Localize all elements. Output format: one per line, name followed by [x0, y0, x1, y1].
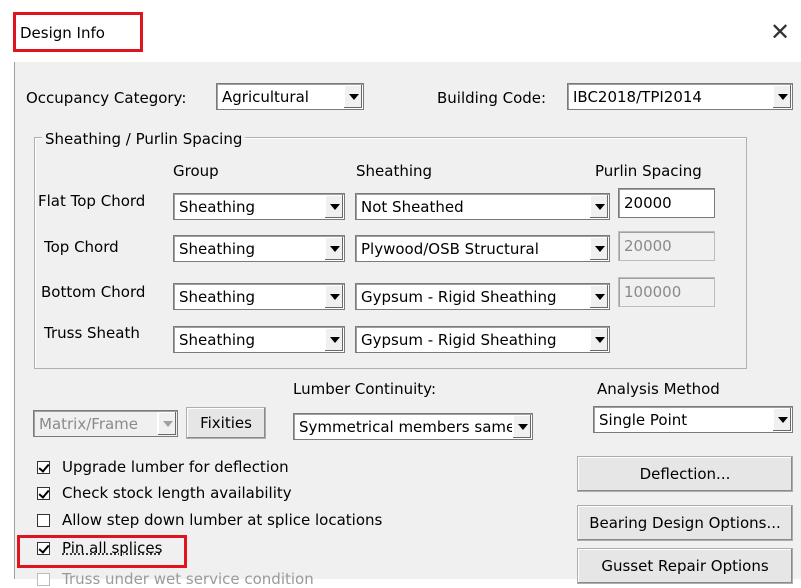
chevron-down-icon[interactable]: [512, 415, 531, 438]
chevron-down-icon[interactable]: [324, 285, 343, 308]
purlin-input-flat-top-chord[interactable]: 20000: [618, 188, 715, 218]
building-code-label: Building Code:: [437, 89, 547, 107]
col-header-group: Group: [173, 162, 219, 180]
title-highlight-box: [13, 12, 143, 52]
deflection-label: Deflection...: [639, 465, 731, 483]
gusset-label: Gusset Repair Options: [601, 557, 769, 575]
sheathing-value: Plywood/OSB Structural: [361, 240, 539, 258]
chevron-down-icon[interactable]: [772, 408, 791, 431]
purlin-input-top-chord: 20000: [618, 231, 715, 261]
purlin-value: 100000: [624, 283, 682, 301]
step-down-label[interactable]: Allow step down lumber at splice locatio…: [62, 511, 382, 529]
row-label-truss-sheath: Truss Sheath: [44, 324, 140, 342]
wet-service-label[interactable]: Truss under wet service condition: [62, 570, 314, 588]
group-select-bottom-chord[interactable]: Sheathing: [173, 283, 345, 310]
check-stock-label[interactable]: Check stock length availability: [62, 484, 292, 502]
lumber-continuity-value: Symmetrical members same: [299, 418, 516, 436]
occupancy-select[interactable]: Agricultural: [216, 83, 364, 110]
step-down-checkbox[interactable]: [37, 514, 50, 527]
chevron-down-icon[interactable]: [324, 237, 343, 260]
upgrade-lumber-checkbox[interactable]: [37, 461, 50, 474]
group-select-truss-sheath[interactable]: Sheathing: [173, 326, 345, 353]
occupancy-label: Occupancy Category:: [26, 89, 187, 107]
chevron-down-icon[interactable]: [324, 195, 343, 218]
chevron-down-icon[interactable]: [324, 328, 343, 351]
col-header-sheathing: Sheathing: [356, 162, 433, 180]
row-label-bottom-chord: Bottom Chord: [41, 283, 146, 301]
chevron-down-icon[interactable]: [772, 85, 791, 108]
upgrade-lumber-label[interactable]: Upgrade lumber for deflection: [62, 458, 289, 476]
row-label-top-chord: Top Chord: [44, 238, 119, 256]
deflection-button[interactable]: Deflection...: [577, 456, 793, 492]
analysis-method-value: Single Point: [599, 411, 688, 429]
matrix-frame-select: Matrix/Frame: [33, 410, 178, 437]
sheathing-select-truss-sheath[interactable]: Gypsum - Rigid Sheathing: [355, 326, 610, 353]
building-code-select[interactable]: IBC2018/TPI2014: [567, 83, 793, 110]
group-select-flat-top-chord[interactable]: Sheathing: [173, 193, 345, 220]
analysis-method-select[interactable]: Single Point: [593, 406, 793, 433]
purlin-value: 20000: [624, 194, 672, 212]
sheathing-value: Not Sheathed: [361, 198, 464, 216]
group-value: Sheathing: [179, 198, 256, 216]
sheathing-select-flat-top-chord[interactable]: Not Sheathed: [355, 193, 610, 220]
fixities-button[interactable]: Fixities: [186, 407, 266, 439]
close-icon[interactable]: ✕: [770, 20, 790, 44]
group-value: Sheathing: [179, 288, 256, 306]
check-stock-checkbox[interactable]: [37, 487, 50, 500]
chevron-down-icon[interactable]: [589, 195, 608, 218]
group-select-top-chord[interactable]: Sheathing: [173, 235, 345, 262]
building-code-value: IBC2018/TPI2014: [573, 88, 702, 106]
sheathing-select-bottom-chord[interactable]: Gypsum - Rigid Sheathing: [355, 283, 610, 310]
chevron-down-icon[interactable]: [343, 85, 362, 108]
chevron-down-icon: [157, 412, 176, 435]
chevron-down-icon[interactable]: [589, 328, 608, 351]
row-label-flat-top-chord: Flat Top Chord: [38, 192, 146, 210]
chevron-down-icon[interactable]: [589, 285, 608, 308]
purlin-input-bottom-chord: 100000: [618, 277, 715, 307]
sheathing-group-title: Sheathing / Purlin Spacing: [42, 130, 246, 148]
matrix-value: Matrix/Frame: [39, 415, 139, 433]
bearing-label: Bearing Design Options...: [589, 514, 781, 532]
analysis-method-label: Analysis Method: [597, 380, 720, 398]
pin-splices-highlight-box: [17, 535, 187, 568]
purlin-value: 20000: [624, 237, 672, 255]
wet-service-checkbox[interactable]: [37, 573, 50, 586]
col-header-purlin: Purlin Spacing: [595, 162, 702, 180]
chevron-down-icon[interactable]: [589, 237, 608, 260]
fixities-label: Fixities: [200, 414, 252, 432]
lumber-continuity-select[interactable]: Symmetrical members same: [293, 413, 533, 440]
sheathing-value: Gypsum - Rigid Sheathing: [361, 288, 557, 306]
bearing-design-options-button[interactable]: Bearing Design Options...: [577, 505, 793, 541]
group-value: Sheathing: [179, 331, 256, 349]
occupancy-value: Agricultural: [222, 88, 309, 106]
sheathing-select-top-chord[interactable]: Plywood/OSB Structural: [355, 235, 610, 262]
sheathing-value: Gypsum - Rigid Sheathing: [361, 331, 557, 349]
lumber-continuity-label: Lumber Continuity:: [293, 380, 437, 398]
group-value: Sheathing: [179, 240, 256, 258]
